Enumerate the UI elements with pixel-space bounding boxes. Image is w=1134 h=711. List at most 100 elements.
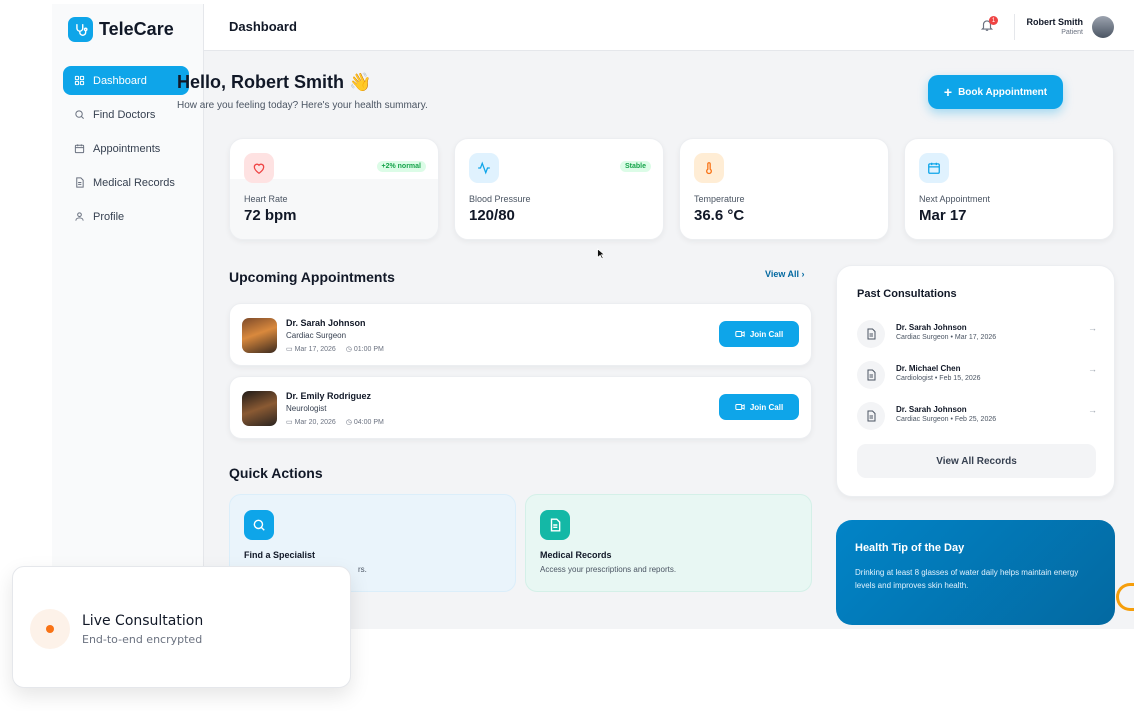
page-title: Dashboard bbox=[229, 19, 297, 34]
avatar[interactable] bbox=[1092, 16, 1114, 38]
calendar-icon bbox=[73, 143, 85, 155]
upcoming-appointments-title: Upcoming Appointments bbox=[229, 269, 395, 285]
join-call-button[interactable]: Join Call bbox=[719, 394, 799, 420]
sidebar-item-medical-records[interactable]: Medical Records bbox=[63, 168, 189, 197]
sidebar-item-label: Dashboard bbox=[93, 74, 147, 87]
stat-value: 120/80 bbox=[469, 207, 515, 224]
stat-card-temperature[interactable]: Temperature 36.6 °C bbox=[679, 138, 889, 240]
greeting-title: Hello, Robert Smith 👋 bbox=[177, 72, 371, 93]
brand-name: TeleCare bbox=[99, 19, 174, 39]
quick-action-title: Find a Specialist bbox=[244, 550, 316, 560]
activity-icon bbox=[469, 153, 499, 183]
quick-action-desc: rs. bbox=[358, 565, 367, 574]
top-header: Dashboard 1 Robert Smith Patient bbox=[204, 4, 1134, 51]
sidebar-item-label: Appointments bbox=[93, 142, 161, 155]
status-badge: Stable bbox=[619, 161, 651, 172]
health-tip-card: Health Tip of the Day Drinking at least … bbox=[836, 520, 1115, 625]
join-call-button[interactable]: Join Call bbox=[719, 321, 799, 347]
doctor-name: Dr. Sarah Johnson bbox=[286, 318, 366, 328]
calendar-icon: ▭ bbox=[286, 346, 295, 353]
brand[interactable]: TeleCare bbox=[68, 17, 174, 42]
join-call-label: Join Call bbox=[749, 402, 784, 412]
consultation-detail: Cardiologist • Feb 15, 2026 bbox=[896, 375, 981, 382]
doctor-name: Dr. Emily Rodriguez bbox=[286, 391, 372, 401]
appointment-date: Mar 20, 2026 bbox=[294, 419, 336, 426]
sidebar-item-profile[interactable]: Profile bbox=[63, 202, 189, 231]
view-all-records-button[interactable]: View All Records bbox=[857, 444, 1096, 478]
quick-action-desc: Access your prescriptions and reports. bbox=[540, 565, 677, 574]
doctor-name: Dr. Sarah Johnson bbox=[896, 323, 967, 332]
list-item[interactable]: Dr. Sarah Johnson Cardiac Surgeon • Feb … bbox=[857, 402, 1097, 432]
sidebar-item-appointments[interactable]: Appointments bbox=[63, 134, 189, 163]
status-badge: +2% normal bbox=[376, 161, 426, 172]
video-icon bbox=[735, 404, 745, 410]
view-all-label: View All bbox=[765, 269, 800, 279]
sidebar-item-dashboard[interactable]: Dashboard bbox=[63, 66, 189, 95]
stat-card-heart-rate[interactable]: +2% normal Heart Rate 72 bpm bbox=[229, 138, 439, 240]
sidebar-item-label: Medical Records bbox=[93, 176, 175, 189]
appointment-time: 01:00 PM bbox=[353, 346, 384, 353]
quick-actions-title: Quick Actions bbox=[229, 465, 323, 481]
quick-action-medical-records[interactable]: Medical Records Access your prescription… bbox=[525, 494, 812, 592]
consultation-detail: Cardiac Surgeon • Feb 25, 2026 bbox=[896, 416, 997, 423]
doctor-photo bbox=[242, 391, 277, 426]
list-item[interactable]: Dr. Michael Chen Cardiologist • Feb 15, … bbox=[857, 361, 1097, 391]
sidebar-item-label: Profile bbox=[93, 210, 125, 223]
appointment-card[interactable]: Dr. Sarah Johnson Cardiac Surgeon ▭ Mar … bbox=[229, 303, 812, 366]
notification-badge: 1 bbox=[989, 16, 998, 25]
live-dot-icon bbox=[46, 625, 54, 633]
sidebar: TeleCare Dashboard Find Doctors Appointm… bbox=[52, 4, 204, 629]
video-icon bbox=[735, 331, 745, 337]
stat-value: 36.6 °C bbox=[694, 207, 745, 224]
document-icon bbox=[857, 402, 885, 430]
appointment-time: 04:00 PM bbox=[353, 419, 384, 426]
book-appointment-button[interactable]: + Book Appointment bbox=[928, 75, 1063, 109]
mouse-cursor-icon bbox=[597, 248, 606, 260]
live-consultation-toast[interactable]: Live Consultation End-to-end encrypted bbox=[12, 566, 351, 688]
arrow-right-icon: → bbox=[1088, 364, 1097, 374]
calendar-icon: ▭ bbox=[286, 419, 295, 426]
arrow-right-icon: → bbox=[1088, 323, 1097, 333]
past-consultations-card: Past Consultations Dr. Sarah Johnson Car… bbox=[836, 265, 1115, 497]
stethoscope-icon bbox=[68, 17, 93, 42]
join-call-label: Join Call bbox=[749, 329, 784, 339]
toast-title: Live Consultation bbox=[82, 613, 204, 629]
doctor-specialty: Neurologist bbox=[286, 404, 327, 413]
view-all-link[interactable]: View All › bbox=[765, 269, 805, 279]
greeting-text: Hello, Robert Smith bbox=[177, 72, 345, 92]
sidebar-item-find-doctors[interactable]: Find Doctors bbox=[63, 100, 189, 129]
user-name: Robert Smith bbox=[1026, 17, 1083, 27]
document-icon bbox=[857, 320, 885, 348]
past-consultations-title: Past Consultations bbox=[857, 288, 957, 300]
heart-icon bbox=[244, 153, 274, 183]
header-divider bbox=[1014, 14, 1015, 40]
search-icon bbox=[73, 109, 85, 121]
stat-label: Temperature bbox=[694, 194, 745, 204]
arrow-right-icon: → bbox=[1088, 405, 1097, 415]
chevron-right-icon: › bbox=[801, 269, 805, 279]
stat-card-blood-pressure[interactable]: Stable Blood Pressure 120/80 bbox=[454, 138, 664, 240]
clock-icon: ◷ bbox=[345, 346, 354, 353]
health-tip-title: Health Tip of the Day bbox=[855, 542, 965, 554]
appointment-date: Mar 17, 2026 bbox=[294, 346, 336, 353]
document-icon bbox=[540, 510, 570, 540]
user-icon bbox=[73, 211, 85, 223]
wave-icon: 👋 bbox=[349, 72, 372, 92]
appointment-card[interactable]: Dr. Emily Rodriguez Neurologist ▭ Mar 20… bbox=[229, 376, 812, 439]
thermometer-icon bbox=[694, 153, 724, 183]
list-item[interactable]: Dr. Sarah Johnson Cardiac Surgeon • Mar … bbox=[857, 320, 1097, 350]
grid-icon bbox=[73, 75, 85, 87]
clock-icon: ◷ bbox=[345, 419, 354, 426]
quick-action-title: Medical Records bbox=[540, 550, 612, 560]
doctor-name: Dr. Sarah Johnson bbox=[896, 405, 967, 414]
notifications-button[interactable]: 1 bbox=[980, 16, 998, 34]
doctor-specialty: Cardiac Surgeon bbox=[286, 331, 347, 340]
stat-card-next-appointment[interactable]: Next Appointment Mar 17 bbox=[904, 138, 1114, 240]
health-tip-body: Drinking at least 8 glasses of water dai… bbox=[855, 568, 1079, 590]
greeting-subtitle: How are you feeling today? Here's your h… bbox=[177, 100, 428, 111]
sidebar-nav: Dashboard Find Doctors Appointments Medi… bbox=[63, 66, 189, 236]
sidebar-item-label: Find Doctors bbox=[93, 108, 156, 121]
live-indicator bbox=[30, 609, 70, 649]
document-icon bbox=[73, 177, 85, 189]
calendar-icon bbox=[919, 153, 949, 183]
